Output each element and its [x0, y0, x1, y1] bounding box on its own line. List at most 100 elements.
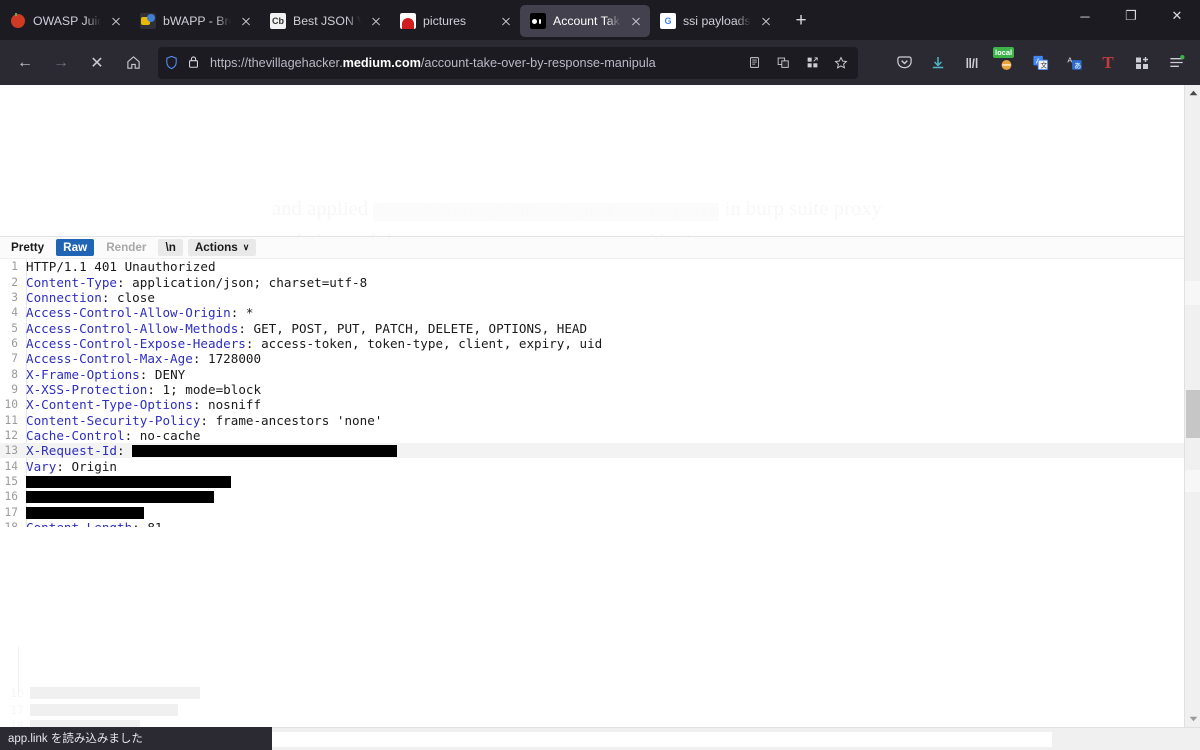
line-number: 13 [4, 444, 18, 458]
horizontal-scrollbar-thumb[interactable] [272, 732, 1052, 747]
response-line: 1 HTTP/1.1 401 Unauthorized [0, 259, 1184, 274]
header-value: Origin [63, 458, 118, 474]
tab-title: ssi payloads - Google [683, 14, 751, 28]
tab-title: bWAPP - Broken Authe [163, 14, 231, 28]
response-line-highlighted: 13 X-Request-Id: [0, 443, 1184, 459]
line-number: 2 [11, 275, 18, 289]
horizontal-scrollbar[interactable] [272, 727, 1200, 750]
line-number: 18 [10, 719, 24, 727]
url-path: /account-take-over-by-response-manipula [420, 55, 656, 70]
scroll-down-arrow-icon[interactable] [1185, 711, 1200, 727]
close-tab-icon[interactable] [758, 13, 774, 29]
burp-response-panel: Pretty Raw Render \n Actions ∨ 1 HTTP/1.… [0, 236, 1184, 527]
pretty-button[interactable]: Pretty [4, 239, 51, 256]
url-bar[interactable]: https://thevillagehacker.medium.com/acco… [158, 46, 858, 79]
status-line: HTTP/1.1 401 Unauthorized [26, 259, 216, 275]
line-number: 16 [10, 686, 24, 701]
maximize-window-icon[interactable]: ❐ [1108, 0, 1154, 32]
japanese-translate-icon[interactable]: A あ [1058, 47, 1090, 79]
translate-extension-icon[interactable]: A 文 [1024, 47, 1056, 79]
browser-tab-ssi-payloads[interactable]: G ssi payloads - Google [650, 5, 780, 37]
ghost-line: 18 [0, 718, 1120, 727]
browser-tab-bwapp[interactable]: bWAPP - Broken Authe [130, 5, 260, 37]
translate-page-icon[interactable] [772, 56, 794, 69]
url-text[interactable]: https://thevillagehacker.medium.com/acco… [210, 56, 736, 70]
header-value: application/json; charset=utf-8 [124, 274, 368, 290]
local-badge: local [993, 46, 1015, 58]
header-value: access-token, token-type, client, expiry… [253, 335, 603, 351]
response-code-area[interactable]: 1 HTTP/1.1 401 Unauthorized 2 Content-Ty… [0, 259, 1184, 527]
scroll-up-arrow-icon[interactable] [1185, 85, 1200, 101]
shield-icon[interactable] [164, 55, 180, 71]
window-controls: ─ ❐ ✕ [1062, 0, 1200, 40]
response-line: 15 [0, 474, 1184, 489]
back-icon[interactable]: ← [8, 47, 42, 79]
text-tool-icon[interactable]: T [1092, 47, 1124, 79]
browser-tab-json-viewer[interactable]: Cb Best JSON Viewer and [260, 5, 390, 37]
lock-icon[interactable] [187, 55, 203, 71]
downloads-icon[interactable] [922, 47, 954, 79]
status-message: app.link を読み込みました [0, 727, 272, 750]
local-extension-icon[interactable]: local [990, 46, 1022, 79]
tab-title: OWASP Juice Shop [33, 14, 101, 28]
bookmark-star-icon[interactable] [830, 55, 852, 70]
header-value: GET, POST, PUT, PATCH, DELETE, OPTIONS, … [245, 320, 588, 336]
redaction-bar [26, 475, 231, 488]
response-line: 18 Content-Length: 81 [0, 520, 1184, 527]
forward-icon[interactable]: → [44, 47, 78, 79]
close-tab-icon[interactable] [238, 13, 254, 29]
screenshot-icon[interactable] [801, 56, 823, 69]
chevron-down-icon: ∨ [242, 242, 250, 252]
tabs-container: OWASP Juice Shop bWAPP - Broken Authe Cb… [0, 0, 816, 40]
line-number: 4 [11, 306, 18, 320]
stop-loading-icon[interactable]: ✕ [80, 47, 114, 79]
actions-label: Actions [194, 241, 238, 254]
response-line: 4 Access-Control-Allow-Origin: * [0, 305, 1184, 320]
burp-ghost-panel: 16 17 18 19 Content-Length: 143 20 21 [0, 647, 1120, 727]
browser-tab-pictures[interactable]: pictures [390, 5, 520, 37]
line1-before: and applied [272, 198, 374, 220]
browser-window: OWASP Juice Shop bWAPP - Broken Authe Cb… [0, 0, 1200, 750]
bwapp-icon [140, 13, 156, 29]
browser-tab-owasp-juice-shop[interactable]: OWASP Juice Shop [0, 5, 130, 37]
line-number: 8 [11, 367, 18, 381]
text-tool-glyph: T [1102, 52, 1114, 72]
close-window-icon[interactable]: ✕ [1154, 0, 1200, 32]
pocket-icon[interactable] [888, 47, 920, 79]
extensions-puzzle-icon[interactable] [1126, 47, 1158, 79]
newline-button[interactable]: \n [158, 239, 183, 256]
response-line: 9 X-XSS-Protection: 1; mode=block [0, 382, 1184, 397]
header-key: Vary [26, 458, 57, 474]
library-icon[interactable] [956, 47, 988, 79]
response-line: 2 Content-Type: application/json; charse… [0, 274, 1184, 290]
close-tab-icon[interactable] [368, 13, 384, 29]
response-line: 5 Access-Control-Allow-Methods: GET, POS… [0, 320, 1184, 336]
line-number: 1 [11, 260, 18, 274]
app-menu-icon[interactable] [1160, 47, 1192, 79]
header-key: X-Frame-Options [26, 366, 140, 382]
response-line: 17 [0, 505, 1184, 520]
scrollbar-thumb[interactable] [1186, 390, 1200, 438]
ghost-redaction-bar [30, 687, 200, 700]
line-number: 15 [4, 474, 18, 488]
browser-tab-account-take-over[interactable]: Account Take Over by [520, 5, 650, 37]
response-line: 6 Access-Control-Expose-Headers: access-… [0, 336, 1184, 351]
codebeautify-icon: Cb [270, 13, 286, 29]
line-number: 3 [11, 290, 18, 304]
actions-button[interactable]: Actions ∨ [187, 239, 257, 256]
minimize-window-icon[interactable]: ─ [1062, 0, 1108, 32]
close-tab-icon[interactable] [498, 13, 514, 29]
close-tab-icon[interactable] [628, 13, 644, 29]
vertical-scrollbar[interactable] [1184, 85, 1200, 727]
close-tab-icon[interactable] [108, 13, 124, 29]
raw-button[interactable]: Raw [56, 239, 95, 256]
header-value: 1; mode=block [154, 381, 262, 397]
ghost-divider [18, 647, 19, 693]
reader-view-icon[interactable] [743, 56, 765, 69]
home-icon[interactable] [116, 47, 150, 79]
new-tab-button[interactable]: + [786, 6, 816, 36]
burp-view-toolbar: Pretty Raw Render \n Actions ∨ [0, 237, 1184, 259]
header-value: frame-ancestors 'none' [207, 412, 383, 428]
render-button[interactable]: Render [99, 239, 153, 256]
header-key: Content-Security-Policy [26, 412, 201, 428]
